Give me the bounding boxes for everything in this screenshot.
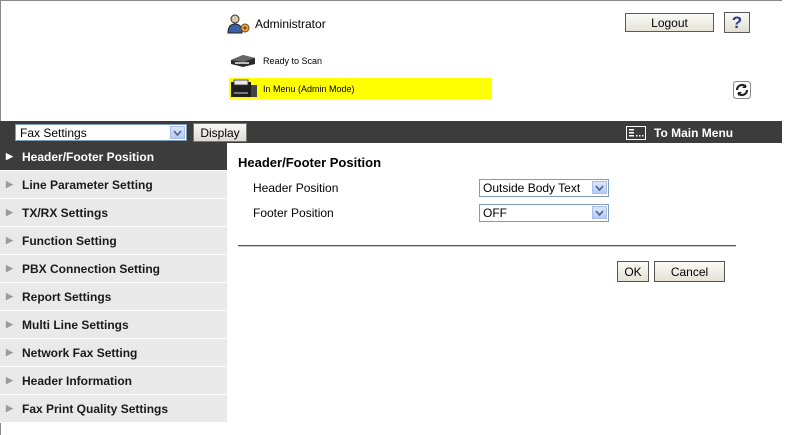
footer-position-select[interactable]: OFF	[479, 204, 609, 222]
header-position-select[interactable]: Outside Body Text	[479, 179, 609, 197]
sidebar-item-label: Header Information	[22, 373, 133, 388]
sidebar-item-label: Report Settings	[22, 289, 112, 304]
chevron-down-icon	[592, 206, 607, 219]
sidebar-item-network-fax-setting[interactable]: ▶ Network Fax Setting	[0, 339, 227, 367]
top-border	[0, 0, 782, 1]
device-status: Ready to Scan	[229, 54, 322, 68]
footer-position-label: Footer Position	[253, 206, 334, 220]
category-select-value: Fax Settings	[20, 125, 87, 140]
refresh-icon	[733, 81, 751, 99]
sidebar-item-label: Fax Print Quality Settings	[22, 401, 169, 416]
sidebar-item-header-footer-position[interactable]: ▶ Header/Footer Position	[0, 143, 227, 171]
arrow-right-icon: ▶	[6, 375, 13, 385]
sidebar: ▶ Header/Footer Position ▶ Line Paramete…	[0, 143, 227, 423]
sidebar-item-label: Line Parameter Setting	[22, 177, 153, 192]
sidebar-item-tx-rx-settings[interactable]: ▶ TX/RX Settings	[0, 199, 227, 227]
arrow-right-icon: ▶	[6, 207, 13, 217]
arrow-right-icon: ▶	[6, 263, 13, 273]
scanner-icon	[231, 55, 255, 67]
device-status-text: Ready to Scan	[263, 56, 323, 66]
to-main-menu-label: To Main Menu	[654, 125, 734, 140]
sidebar-item-multi-line-settings[interactable]: ▶ Multi Line Settings	[0, 311, 227, 339]
arrow-right-icon: ▶	[6, 151, 13, 161]
user-info: Administrator	[227, 14, 326, 34]
sidebar-item-label: PBX Connection Setting	[22, 261, 160, 276]
category-select[interactable]: Fax Settings	[15, 124, 187, 141]
sidebar-item-label: Network Fax Setting	[22, 345, 138, 360]
admin-user-icon	[227, 14, 251, 34]
footer-position-value: OFF	[483, 206, 507, 220]
cancel-button[interactable]: Cancel	[654, 261, 725, 282]
sidebar-item-function-setting[interactable]: ▶ Function Setting	[0, 227, 227, 255]
help-icon: ?	[731, 12, 743, 32]
header-position-label: Header Position	[253, 181, 339, 195]
arrow-right-icon: ▶	[6, 319, 13, 329]
arrow-right-icon: ▶	[6, 235, 13, 245]
chevron-down-icon	[592, 181, 607, 194]
display-button[interactable]: Display	[193, 123, 247, 142]
refresh-button[interactable]	[733, 81, 751, 99]
ok-button[interactable]: OK	[617, 261, 649, 282]
sidebar-item-label: Multi Line Settings	[22, 317, 129, 332]
divider-shadow	[238, 246, 736, 247]
sidebar-item-header-information[interactable]: ▶ Header Information	[0, 367, 227, 395]
sidebar-item-label: Function Setting	[22, 233, 117, 248]
arrow-right-icon: ▶	[6, 347, 13, 357]
chevron-down-icon	[170, 126, 185, 139]
mode-status-text: In Menu (Admin Mode)	[263, 83, 355, 94]
sidebar-item-pbx-connection-setting[interactable]: ▶ PBX Connection Setting	[0, 255, 227, 283]
arrow-right-icon: ▶	[6, 291, 13, 301]
to-main-menu-button[interactable]: To Main Menu	[626, 124, 733, 141]
main-menu-icon	[626, 125, 646, 140]
sidebar-item-report-settings[interactable]: ▶ Report Settings	[0, 283, 227, 311]
user-name: Administrator	[255, 17, 326, 31]
sidebar-item-line-parameter-setting[interactable]: ▶ Line Parameter Setting	[0, 171, 227, 199]
mode-status: In Menu (Admin Mode)	[229, 78, 492, 99]
sidebar-item-label: TX/RX Settings	[22, 205, 109, 220]
sidebar-item-label: Header/Footer Position	[22, 149, 155, 164]
page-title: Header/Footer Position	[238, 155, 382, 170]
printer-icon	[231, 79, 257, 97]
arrow-right-icon: ▶	[6, 403, 13, 413]
help-button[interactable]: ?	[724, 12, 750, 33]
logout-button[interactable]: Logout	[625, 13, 714, 32]
header-position-value: Outside Body Text	[483, 181, 581, 195]
sidebar-item-fax-print-quality-settings[interactable]: ▶ Fax Print Quality Settings	[0, 395, 227, 423]
arrow-right-icon: ▶	[6, 179, 13, 189]
